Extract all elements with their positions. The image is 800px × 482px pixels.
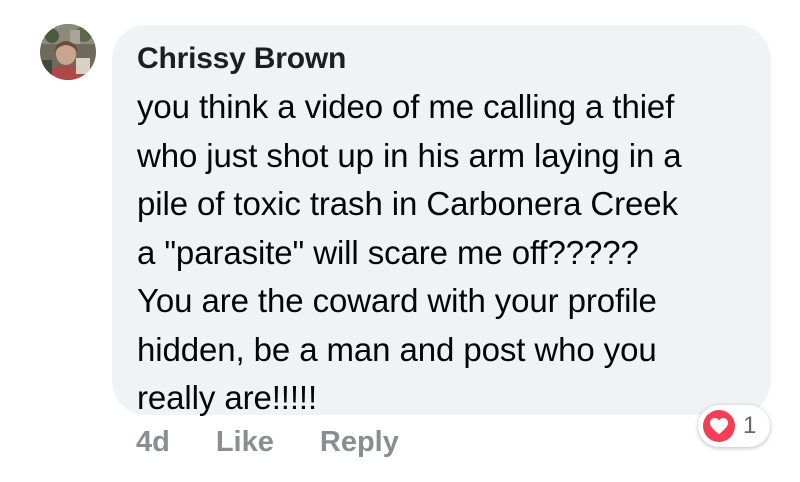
comment-line: really are!!!!! bbox=[137, 379, 318, 416]
reply-button[interactable]: Reply bbox=[320, 426, 399, 459]
reaction-summary[interactable]: 1 bbox=[698, 405, 770, 447]
comment-line: You are the coward with your profile bbox=[137, 282, 657, 319]
comment-line: a "parasite" will scare me off????? bbox=[137, 233, 639, 271]
heart-icon bbox=[703, 410, 735, 442]
comment-timestamp[interactable]: 4d bbox=[136, 426, 170, 459]
comment-author[interactable]: Chrissy Brown bbox=[137, 41, 755, 77]
comment-line: who just shot up in his arm laying in a bbox=[137, 136, 682, 174]
comment-line: hidden, be a man and post who you bbox=[137, 330, 657, 368]
comment-body: you think a video of me calling a thief … bbox=[137, 83, 755, 423]
like-button[interactable]: Like bbox=[216, 426, 274, 459]
avatar-photo bbox=[40, 24, 96, 80]
comment-line: pile of toxic trash in Carbonera Creek bbox=[137, 185, 678, 222]
comment-line: you think a video of me calling a thief bbox=[137, 88, 675, 125]
reaction-count: 1 bbox=[743, 412, 757, 439]
avatar[interactable] bbox=[40, 24, 96, 80]
comment-actions: 4d Like Reply bbox=[136, 422, 399, 462]
comment-bubble: Chrissy Brown you think a video of me ca… bbox=[112, 25, 771, 416]
